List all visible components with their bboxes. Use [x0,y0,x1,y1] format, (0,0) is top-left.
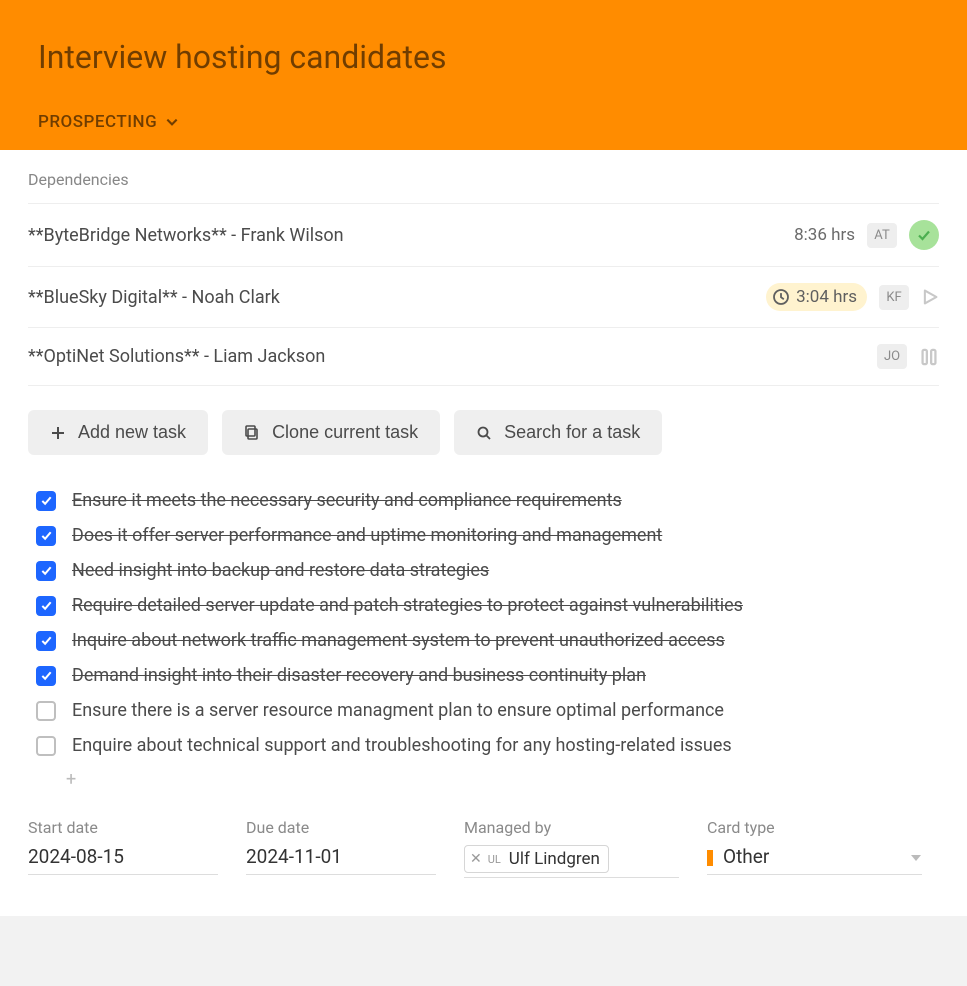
checkbox[interactable] [36,736,56,756]
checklist-text[interactable]: Enquire about technical support and trou… [72,735,732,756]
dependency-time: 8:36 hrs [794,225,855,245]
checklist-text[interactable]: Require detailed server update and patch… [72,595,743,616]
status-label: PROSPECTING [38,112,157,132]
task-card: Interview hosting candidates PROSPECTING… [0,0,967,916]
due-date-label: Due date [246,818,436,837]
checklist-text[interactable]: Demand insight into their disaster recov… [72,665,646,686]
dependency-time-text: 8:36 hrs [794,225,855,245]
managed-by-field[interactable]: Managed by ✕ UL Ulf Lindgren [464,818,679,878]
status-pause-icon[interactable] [919,347,939,367]
fields-row: Start date 2024-08-15 Due date 2024-11-0… [28,790,939,888]
dependency-row[interactable]: **ByteBridge Networks** - Frank Wilson8:… [28,204,939,267]
checkbox[interactable] [36,596,56,616]
checklist-row: Ensure it meets the necessary security a… [36,483,939,518]
checkbox[interactable] [36,491,56,511]
checkbox[interactable] [36,526,56,546]
checkbox[interactable] [36,666,56,686]
dependency-time: 3:04 hrs [766,283,867,311]
chevron-down-icon [165,115,179,129]
checklist-row: Inquire about network traffic management… [36,623,939,658]
checklist-text[interactable]: Ensure it meets the necessary security a… [72,490,622,511]
card-header: Interview hosting candidates PROSPECTING [0,0,967,150]
status-play-icon[interactable] [921,288,939,306]
status-dropdown[interactable]: PROSPECTING [38,112,929,132]
action-buttons: Add new task Clone current task Search f… [28,386,939,483]
search-task-label: Search for a task [504,422,640,443]
clone-task-button[interactable]: Clone current task [222,410,440,455]
checklist-row: Require detailed server update and patch… [36,588,939,623]
manager-name: Ulf Lindgren [509,849,600,869]
checklist-text[interactable]: Inquire about network traffic management… [72,630,725,651]
clone-icon [244,425,260,441]
dependency-row[interactable]: **OptiNet Solutions** - Liam JacksonJO [28,328,939,386]
dependency-title: **BlueSky Digital** - Noah Clark [28,287,766,308]
card-title: Interview hosting candidates [38,38,929,76]
search-task-button[interactable]: Search for a task [454,410,662,455]
dependency-title: **OptiNet Solutions** - Liam Jackson [28,346,877,367]
avatar-badge: AT [867,223,897,248]
due-date-value: 2024-11-01 [246,845,436,875]
start-date-label: Start date [28,818,218,837]
managed-by-label: Managed by [464,818,679,837]
dependencies-label: Dependencies [28,150,939,203]
checklist: Ensure it meets the necessary security a… [28,483,939,763]
due-date-field[interactable]: Due date 2024-11-01 [246,818,436,878]
dependency-time-text: 3:04 hrs [796,287,857,307]
dependency-row[interactable]: **BlueSky Digital** - Noah Clark 3:04 hrs… [28,267,939,328]
remove-icon[interactable]: ✕ [470,851,482,867]
card-type-label: Card type [707,818,922,837]
dependency-title: **ByteBridge Networks** - Frank Wilson [28,225,794,246]
caret-down-icon [910,845,922,868]
type-swatch [707,850,713,866]
manager-initials: UL [488,853,501,866]
checklist-row: Does it offer server performance and upt… [36,518,939,553]
avatar-badge: JO [877,344,907,369]
manager-chip[interactable]: ✕ UL Ulf Lindgren [464,845,609,873]
clone-task-label: Clone current task [272,422,418,443]
checklist-text[interactable]: Need insight into backup and restore dat… [72,560,489,581]
dependencies-list: **ByteBridge Networks** - Frank Wilson8:… [28,203,939,386]
checklist-row: Enquire about technical support and trou… [36,728,939,763]
clock-icon [772,288,790,306]
checkbox[interactable] [36,631,56,651]
add-checklist-item[interactable]: + [28,763,939,790]
search-icon [476,425,492,441]
checklist-row: Ensure there is a server resource managm… [36,693,939,728]
checkbox[interactable] [36,561,56,581]
add-task-button[interactable]: Add new task [28,410,208,455]
avatar-badge: KF [879,285,909,310]
checklist-row: Demand insight into their disaster recov… [36,658,939,693]
managed-by-value: ✕ UL Ulf Lindgren [464,845,679,878]
checklist-text[interactable]: Ensure there is a server resource managm… [72,700,724,721]
checkbox[interactable] [36,701,56,721]
checklist-text[interactable]: Does it offer server performance and upt… [72,525,662,546]
card-type-value: Other [707,845,922,875]
start-date-value: 2024-08-15 [28,845,218,875]
card-content: Dependencies **ByteBridge Networks** - F… [0,150,967,916]
card-type-text: Other [723,845,769,868]
checklist-row: Need insight into backup and restore dat… [36,553,939,588]
add-task-label: Add new task [78,422,186,443]
card-type-field[interactable]: Card type Other [707,818,922,878]
status-done-icon[interactable] [909,220,939,250]
plus-icon [50,425,66,441]
start-date-field[interactable]: Start date 2024-08-15 [28,818,218,878]
